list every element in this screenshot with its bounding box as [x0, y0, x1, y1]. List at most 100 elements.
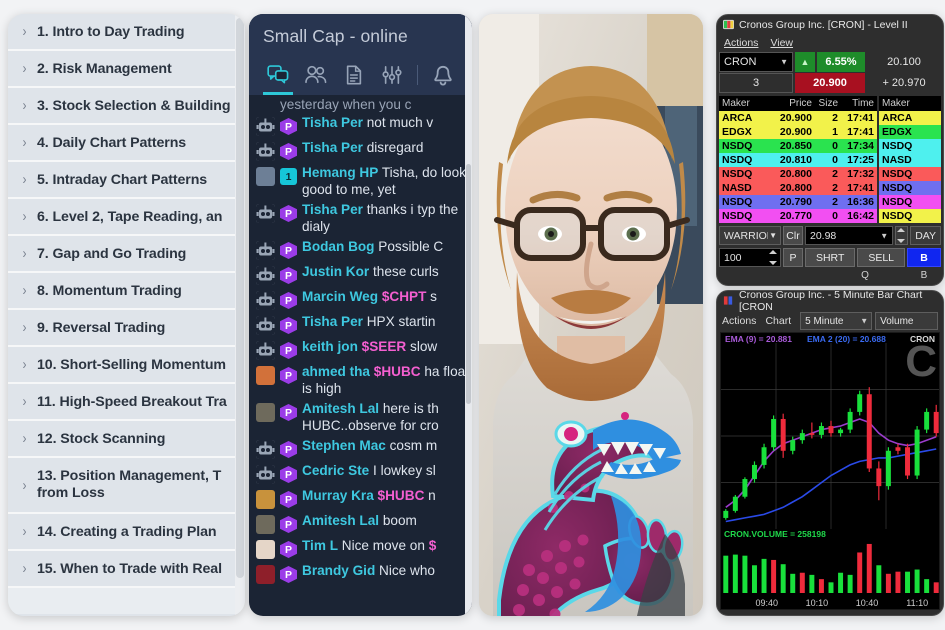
chat-message[interactable]: P Murray Kra $HUBC n [249, 486, 472, 511]
course-item-9[interactable]: › 9. Reversal Trading [8, 310, 245, 347]
cashtag[interactable]: $CHPT [378, 289, 427, 304]
course-item-12[interactable]: › 12. Stock Scanning [8, 421, 245, 458]
ask-depth-table[interactable]: Maker ARCA EDGX NSDQ NASD NSDQ NSDQ NSDQ NSDQ [879, 96, 941, 223]
route-select[interactable]: WARRIOR ▼ [719, 226, 781, 245]
course-item-1[interactable]: › 1. Intro to Day Trading [8, 14, 245, 51]
chat-message[interactable]: P Amitesh Lal here is th HUBC..observe fo… [249, 399, 472, 436]
chat-message[interactable]: P Tisha Per HPX startin [249, 312, 472, 337]
chat-message[interactable]: Pahmed tha $HUBC ha float is high [249, 362, 472, 399]
chat-username[interactable]: Justin Kor [302, 264, 369, 279]
chat-message[interactable]: Pkeith jon $SEER slow [249, 337, 472, 362]
chat-message[interactable]: 1 Hemang HP Tisha, do look good to me, ye… [249, 163, 472, 200]
chat-message[interactable]: P Bodan Bog Possible C [249, 237, 472, 262]
course-item-13[interactable]: › 13. Position Management, T from Loss [8, 458, 245, 514]
course-item-3[interactable]: › 3. Stock Selection & Building [8, 88, 245, 125]
course-item-2[interactable]: › 2. Risk Management [8, 51, 245, 88]
chat-username[interactable]: Tisha Per [302, 115, 363, 130]
course-item-14[interactable]: › 14. Creating a Trading Plan [8, 514, 245, 551]
chat-username[interactable]: Tisha Per [302, 202, 363, 217]
tab-notifications[interactable] [424, 55, 462, 95]
symbol-select[interactable]: CRON ▼ [719, 52, 793, 72]
buy-button[interactable]: B [907, 248, 941, 267]
chat-username[interactable]: Tim L [302, 538, 338, 553]
course-item-4[interactable]: › 4. Daily Chart Patterns [8, 125, 245, 162]
tif-select[interactable]: DAY [910, 226, 941, 245]
menu-actions[interactable]: Actions [724, 37, 758, 49]
tab-documents[interactable] [335, 55, 373, 95]
price-stepper[interactable] [895, 226, 909, 245]
course-scrollbar[interactable] [235, 14, 245, 616]
chat-username[interactable]: Cedric Ste [302, 463, 369, 478]
level2-bid-row[interactable]: EDGX 20.900 1 17:41 [719, 125, 877, 139]
chat-message[interactable]: P Amitesh Lal boom [249, 511, 472, 536]
level2-ask-row[interactable]: NSDQ [879, 139, 941, 153]
cashtag[interactable]: $HUBC [370, 364, 421, 379]
price-input[interactable]: 20.98 ▼ [805, 226, 894, 245]
chat-scrollbar[interactable] [465, 14, 472, 616]
chat-username[interactable]: keith jon [302, 339, 358, 354]
tab-settings[interactable] [373, 55, 411, 95]
chat-username[interactable]: Amitesh Lal [302, 513, 379, 528]
course-scrollbar-thumb[interactable] [236, 18, 244, 578]
tab-members[interactable] [297, 55, 335, 95]
course-item-7[interactable]: › 7. Gap and Go Trading [8, 236, 245, 273]
course-item-6[interactable]: › 6. Level 2, Tape Reading, an [8, 199, 245, 236]
level2-ask-row[interactable]: NSDQ [879, 167, 941, 181]
level2-bid-row[interactable]: NSDQ 20.800 2 17:32 [719, 167, 877, 181]
level2-ask-row[interactable]: NASD [879, 153, 941, 167]
course-item-5[interactable]: › 5. Intraday Chart Patterns [8, 162, 245, 199]
chat-message[interactable]: P Brandy Gid Nice who [249, 561, 472, 586]
level2-ask-row[interactable]: NSDQ [879, 181, 941, 195]
chat-scrollbar-thumb[interactable] [466, 164, 471, 404]
chat-message[interactable]: P Tim L Nice move on $ [249, 536, 472, 561]
menu-view[interactable]: View [770, 37, 793, 49]
course-item-15[interactable]: › 15. When to Trade with Real [8, 551, 245, 588]
sell-button[interactable]: SELL [857, 248, 905, 267]
chat-username[interactable]: Tisha Per [302, 140, 363, 155]
level2-ask-row[interactable]: ARCA [879, 111, 941, 125]
price-chart-canvas[interactable]: EMA (9) = 20.881 EMA 2 (20) = 20.688 CRO… [720, 332, 940, 610]
chat-message[interactable]: P Cedric Ste I lowkey sl [249, 461, 472, 486]
study-select[interactable]: Volume [875, 312, 938, 330]
course-outline-list[interactable]: › 1. Intro to Day Trading › 2. Risk Managem… [8, 14, 245, 616]
chat-message[interactable]: P Tisha Per not much v [249, 113, 472, 138]
level2-bid-row[interactable]: NSDQ 20.790 2 16:36 [719, 195, 877, 209]
chat-username[interactable]: ahmed tha [302, 364, 370, 379]
level2-bid-row[interactable]: NSDQ 20.850 0 17:34 [719, 139, 877, 153]
chat-message[interactable]: P Stephen Mac cosm m [249, 436, 472, 461]
level2-menubar[interactable]: Actions View [717, 34, 943, 51]
course-item-11[interactable]: › 11. High-Speed Breakout Tra [8, 384, 245, 421]
level2-bid-row[interactable]: NASD 20.800 2 17:41 [719, 181, 877, 195]
course-item-8[interactable]: › 8. Momentum Trading [8, 273, 245, 310]
chat-username[interactable]: Marcin Weg [302, 289, 378, 304]
quantity-input[interactable]: 100 [719, 248, 781, 267]
chat-username[interactable]: Hemang HP [302, 165, 378, 180]
tab-chat[interactable] [259, 55, 297, 95]
cashtag[interactable]: $SEER [358, 339, 407, 354]
chat-username[interactable]: Brandy Gid [302, 563, 375, 578]
cashtag[interactable]: $ [429, 538, 437, 553]
chat-message[interactable]: P Justin Kor these curls [249, 262, 472, 287]
timeframe-select[interactable]: 5 Minute ▼ [800, 312, 873, 330]
short-button[interactable]: SHRT [805, 248, 856, 267]
level2-bid-row[interactable]: NSDQ 20.810 0 17:25 [719, 153, 877, 167]
chat-username[interactable]: Stephen Mac [302, 438, 386, 453]
clear-button[interactable]: Clr [783, 226, 803, 245]
chat-message[interactable]: P Tisha Per thanks i typ the dialy [249, 200, 472, 237]
chart-menu-actions[interactable]: Actions [722, 312, 762, 330]
level2-bid-row[interactable]: ARCA 20.900 2 17:41 [719, 111, 877, 125]
bid-depth-table[interactable]: Maker Price Size Time ARCA 20.900 2 17:41 ED… [719, 96, 877, 223]
chart-menu-chart[interactable]: Chart [765, 312, 797, 330]
quantity-stepper[interactable] [769, 250, 778, 265]
chat-username[interactable]: Murray Kra [302, 488, 374, 503]
chat-message-list[interactable]: yesterday when you c P Tisha Per not much… [249, 95, 472, 601]
stepper-arrows[interactable] [897, 228, 906, 243]
chat-username[interactable]: Tisha Per [302, 314, 363, 329]
chat-message[interactable]: P Tisha Per disregard [249, 138, 472, 163]
level2-ask-row[interactable]: EDGX [879, 125, 941, 139]
level2-ask-row[interactable]: NSDQ [879, 195, 941, 209]
level2-ask-row[interactable]: NSDQ [879, 209, 941, 223]
course-item-10[interactable]: › 10. Short-Selling Momentum [8, 347, 245, 384]
cashtag[interactable]: $HUBC [374, 488, 425, 503]
chat-message[interactable]: P Marcin Weg $CHPT s [249, 287, 472, 312]
